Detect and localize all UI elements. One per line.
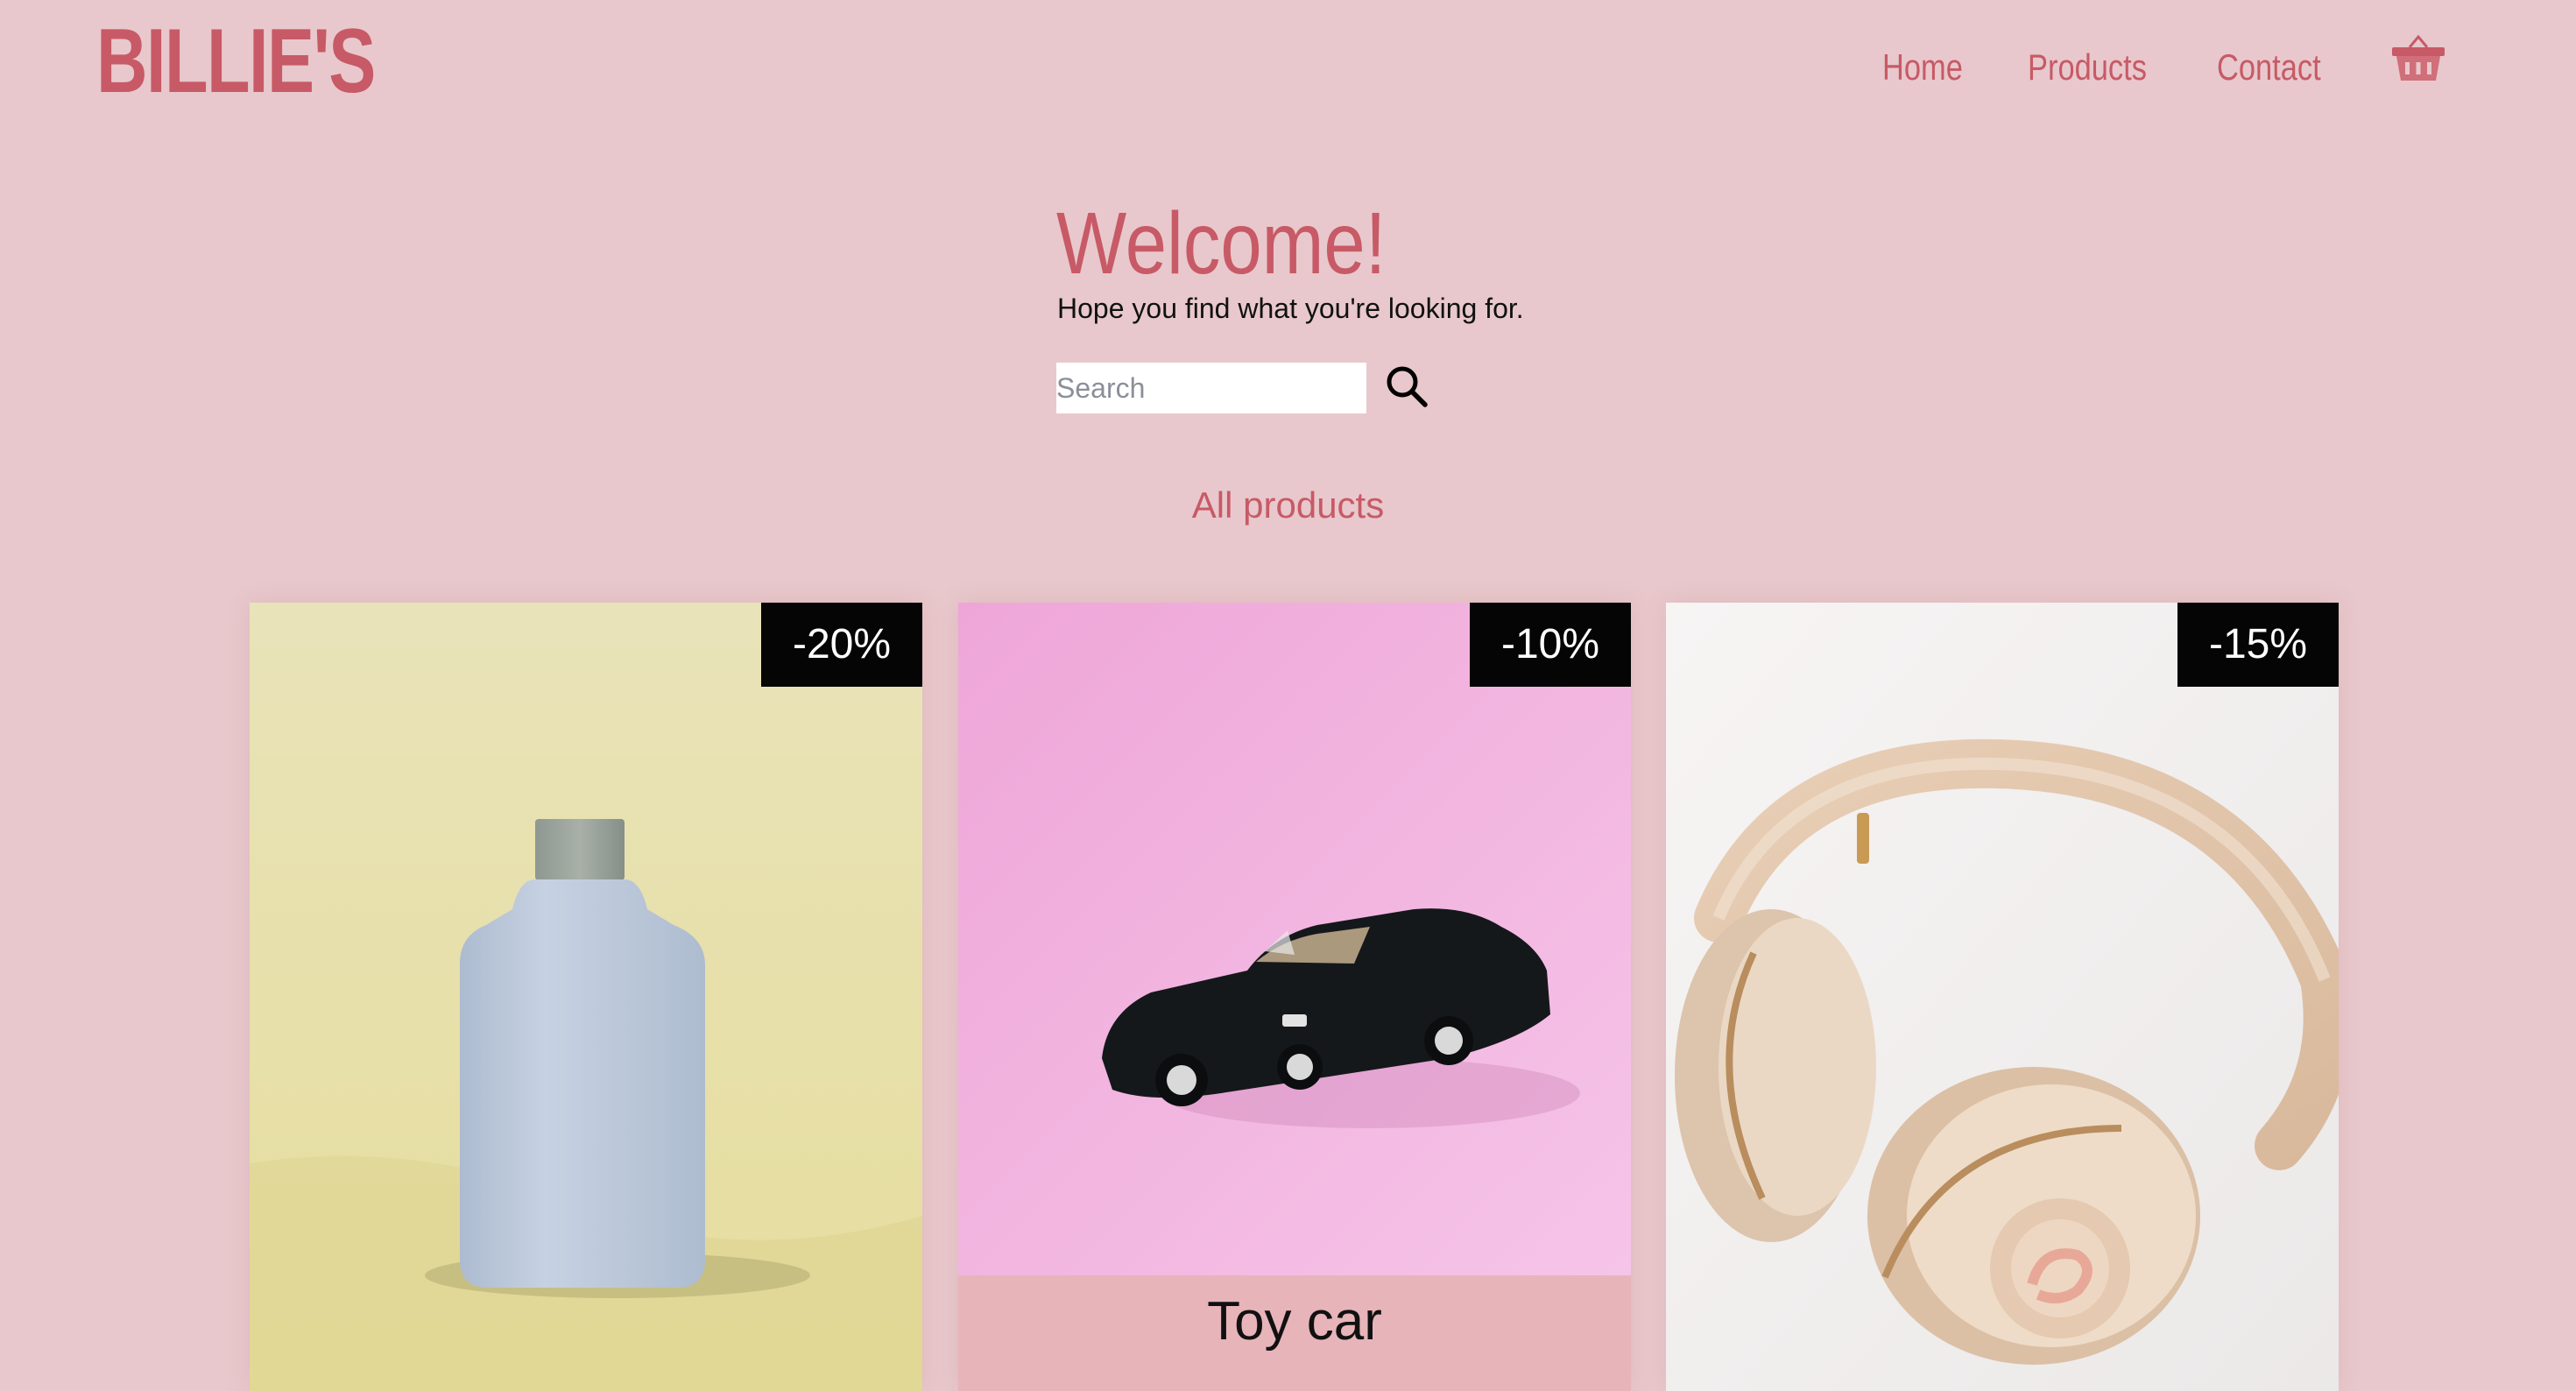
basket-icon[interactable] — [2390, 34, 2446, 84]
welcome-subtitle: Hope you find what you're looking for. — [1057, 293, 1524, 324]
product-card[interactable]: -10% Toy car — [958, 603, 1631, 1391]
nav-home-link[interactable]: Home — [1882, 46, 1963, 89]
toy-car-photo — [958, 603, 1631, 1275]
nav-products-link[interactable]: Products — [2028, 46, 2147, 89]
all-products-heading: All products — [1191, 484, 1385, 526]
search-input[interactable] — [1056, 363, 1366, 413]
perfume-bottle-photo — [250, 603, 922, 1391]
discount-badge: -20% — [761, 603, 922, 687]
product-card[interactable]: -20% — [250, 603, 922, 1391]
product-name[interactable]: Toy car — [958, 1291, 1631, 1352]
search-icon — [1387, 366, 1428, 407]
discount-badge: -10% — [1470, 603, 1631, 687]
nav-contact-link[interactable]: Contact — [2217, 46, 2321, 89]
product-card[interactable]: -15% — [1666, 603, 2339, 1391]
headphones-photo — [1666, 603, 2339, 1391]
search-button[interactable] — [1382, 363, 1431, 412]
welcome-title: Welcome! — [1056, 194, 1387, 293]
product-name-bar: Toy car — [958, 1275, 1631, 1391]
main-nav: Home Products Contact — [0, 46, 2576, 98]
discount-badge: -15% — [2177, 603, 2339, 687]
